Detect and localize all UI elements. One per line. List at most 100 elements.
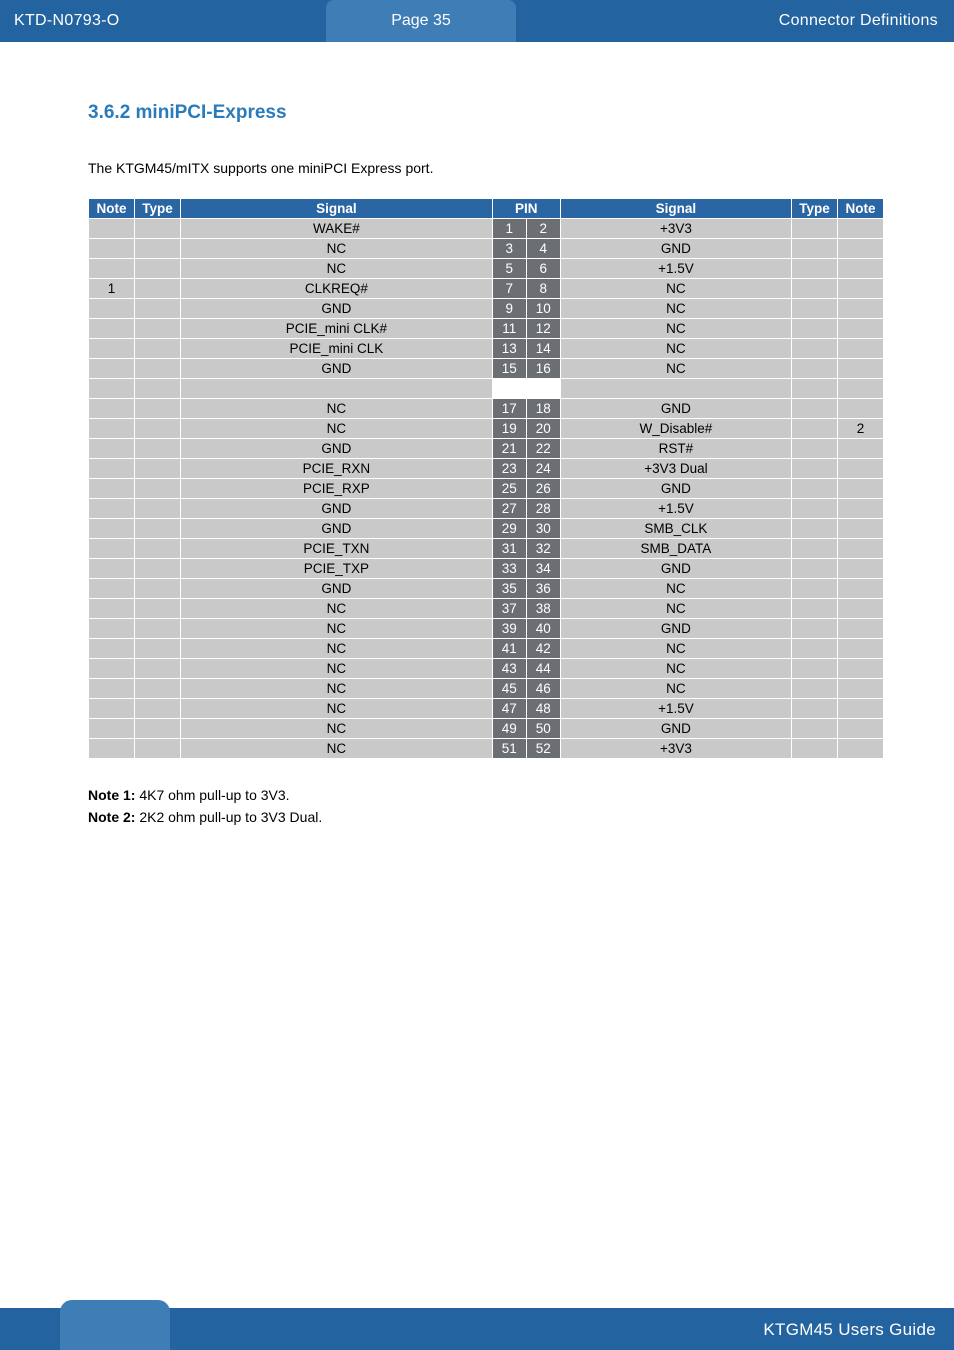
cell-pin-right: 40 xyxy=(526,619,560,639)
section-title: 3.6.2 miniPCI-Express xyxy=(88,102,884,124)
cell-note-left xyxy=(89,559,135,579)
th-type-left: Type xyxy=(135,199,181,219)
cell-pin-right: 30 xyxy=(526,519,560,539)
cell-note-left xyxy=(89,539,135,559)
cell-note-right xyxy=(838,219,884,239)
cell-signal-left: NC xyxy=(181,419,493,439)
cell-pin-left: 5 xyxy=(492,259,526,279)
cell-type-right xyxy=(792,599,838,619)
cell-signal-right: GND xyxy=(560,399,791,419)
cell-signal-left: PCIE_RXP xyxy=(181,479,493,499)
cell-pin-right: 44 xyxy=(526,659,560,679)
cell-note-left xyxy=(89,299,135,319)
cell-type-right xyxy=(792,639,838,659)
cell-signal-left: NC xyxy=(181,239,493,259)
table-row: GND2122RST# xyxy=(89,439,884,459)
cell-type-left xyxy=(135,479,181,499)
cell-note-right xyxy=(838,299,884,319)
cell-pin-left: 49 xyxy=(492,719,526,739)
cell-signal-right: +3V3 Dual xyxy=(560,459,791,479)
cell-pin-left: 15 xyxy=(492,359,526,379)
cell-note-left xyxy=(89,679,135,699)
cell-pin-left: 35 xyxy=(492,579,526,599)
cell-pin-right: 42 xyxy=(526,639,560,659)
cell-pin-right: 26 xyxy=(526,479,560,499)
cell-note-right xyxy=(838,659,884,679)
cell-pin-right: 6 xyxy=(526,259,560,279)
cell-note-left xyxy=(89,439,135,459)
cell-pin-right: 16 xyxy=(526,359,560,379)
cell-type-right xyxy=(792,619,838,639)
cell-pin-right: 18 xyxy=(526,399,560,419)
cell-pin-left: 39 xyxy=(492,619,526,639)
cell-note-right xyxy=(838,579,884,599)
th-note-left: Note xyxy=(89,199,135,219)
cell-note-left xyxy=(89,639,135,659)
doc-id: KTD-N0793-O xyxy=(0,12,120,30)
cell-pin-right: 4 xyxy=(526,239,560,259)
cell-type-right xyxy=(792,419,838,439)
cell-type-left xyxy=(135,459,181,479)
cell-signal-left: WAKE# xyxy=(181,219,493,239)
cell-note-right xyxy=(838,259,884,279)
cell-signal-right: SMB_DATA xyxy=(560,539,791,559)
cell-type-right xyxy=(792,299,838,319)
cell-note-right xyxy=(838,619,884,639)
cell-note-left xyxy=(89,259,135,279)
cell-note-right xyxy=(838,239,884,259)
cell-signal-right: +1.5V xyxy=(560,499,791,519)
cell-note-right xyxy=(838,519,884,539)
cell-note-left xyxy=(89,219,135,239)
cell-note-right xyxy=(838,459,884,479)
cell-signal-left: NC xyxy=(181,659,493,679)
cell-type-right xyxy=(792,319,838,339)
cell-type-left xyxy=(135,439,181,459)
table-header-row: Note Type Signal PIN Signal Type Note xyxy=(89,199,884,219)
cell-note-right xyxy=(838,359,884,379)
cell-signal-left: NC xyxy=(181,699,493,719)
th-signal-right: Signal xyxy=(560,199,791,219)
page-label: Page 35 xyxy=(391,12,451,30)
table-row: GND910NC xyxy=(89,299,884,319)
cell-type-left xyxy=(135,539,181,559)
spacer-cell xyxy=(181,379,493,399)
cell-type-right xyxy=(792,519,838,539)
table-row: NC4546NC xyxy=(89,679,884,699)
cell-signal-right: NC xyxy=(560,659,791,679)
pinout-table: Note Type Signal PIN Signal Type Note WA… xyxy=(88,198,884,759)
cell-pin-right: 28 xyxy=(526,499,560,519)
cell-signal-left: GND xyxy=(181,499,493,519)
cell-signal-left: NC xyxy=(181,719,493,739)
cell-type-right xyxy=(792,499,838,519)
cell-signal-right: NC xyxy=(560,319,791,339)
cell-pin-right: 46 xyxy=(526,679,560,699)
cell-type-left xyxy=(135,219,181,239)
cell-note-left xyxy=(89,719,135,739)
cell-note-right xyxy=(838,739,884,759)
cell-pin-left: 29 xyxy=(492,519,526,539)
cell-pin-left: 41 xyxy=(492,639,526,659)
cell-pin-left: 51 xyxy=(492,739,526,759)
cell-pin-left: 23 xyxy=(492,459,526,479)
cell-type-right xyxy=(792,479,838,499)
cell-pin-right: 22 xyxy=(526,439,560,459)
cell-note-left xyxy=(89,659,135,679)
cell-type-right xyxy=(792,559,838,579)
cell-pin-right: 12 xyxy=(526,319,560,339)
cell-signal-right: NC xyxy=(560,299,791,319)
cell-signal-right: NC xyxy=(560,359,791,379)
cell-pin-right: 32 xyxy=(526,539,560,559)
cell-signal-left: NC xyxy=(181,399,493,419)
th-note-right: Note xyxy=(838,199,884,219)
table-row: GND2930SMB_CLK xyxy=(89,519,884,539)
cell-pin-left: 9 xyxy=(492,299,526,319)
cell-type-left xyxy=(135,659,181,679)
cell-signal-right: +1.5V xyxy=(560,259,791,279)
cell-type-right xyxy=(792,439,838,459)
th-signal-left: Signal xyxy=(181,199,493,219)
cell-type-left xyxy=(135,399,181,419)
cell-note-left xyxy=(89,699,135,719)
cell-note-right xyxy=(838,399,884,419)
table-row: GND3536NC xyxy=(89,579,884,599)
spacer-cell xyxy=(560,379,791,399)
